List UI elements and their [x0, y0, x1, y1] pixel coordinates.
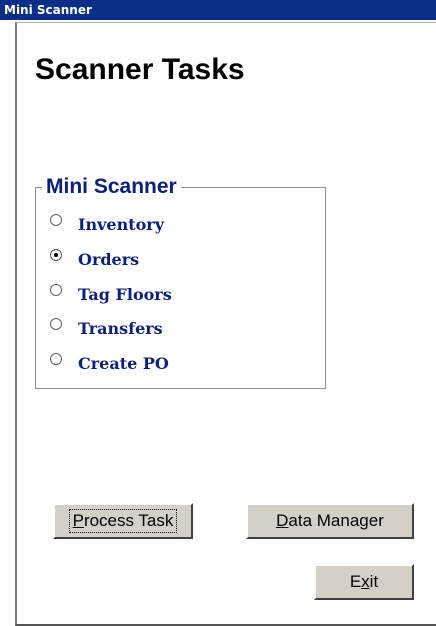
data-manager-button[interactable]: Data Manager [246, 503, 414, 539]
process-task-button[interactable]: Process Task [53, 503, 193, 539]
exit-label-post: it [369, 572, 379, 591]
radio-label-tag-floors[interactable]: Tag Floors [78, 285, 172, 304]
exit-accel-key: x [361, 572, 370, 591]
radio-button-transfers[interactable] [50, 318, 62, 330]
exit-label-pre: E [349, 572, 362, 591]
process-task-accel-key: P [72, 511, 84, 530]
radio-button-inventory[interactable] [50, 214, 62, 226]
mini-scanner-window: Mini Scanner Scanner Tasks Mini Scanner … [0, 0, 436, 626]
data-manager-accel-key: D [276, 511, 289, 530]
radio-button-orders[interactable] [50, 249, 62, 261]
radio-option-tag-floors[interactable]: Tag Floors [50, 283, 172, 305]
process-task-label-post: rocess Task [83, 511, 174, 530]
radio-label-create-po[interactable]: Create PO [78, 354, 169, 373]
process-task-label: Process Task [68, 509, 178, 533]
groupbox-legend: Mini Scanner [42, 173, 181, 201]
radio-button-create-po[interactable] [50, 353, 62, 365]
radio-button-tag-floors[interactable] [50, 284, 62, 296]
radio-option-inventory[interactable]: Inventory [50, 213, 164, 235]
data-manager-label-post: ata Manager [288, 511, 384, 530]
radio-option-orders[interactable]: Orders [50, 248, 139, 270]
exit-label: Exit [350, 572, 378, 592]
radio-option-transfers[interactable]: Transfers [50, 317, 163, 339]
radio-option-create-po[interactable]: Create PO [50, 352, 169, 374]
page-title: Scanner Tasks [35, 53, 245, 86]
radio-label-inventory[interactable]: Inventory [78, 215, 164, 234]
window-title: Mini Scanner [0, 0, 436, 20]
exit-button[interactable]: Exit [314, 564, 414, 600]
radio-label-orders[interactable]: Orders [78, 250, 139, 269]
radio-label-transfers[interactable]: Transfers [78, 319, 163, 338]
data-manager-label: Data Manager [276, 511, 384, 531]
